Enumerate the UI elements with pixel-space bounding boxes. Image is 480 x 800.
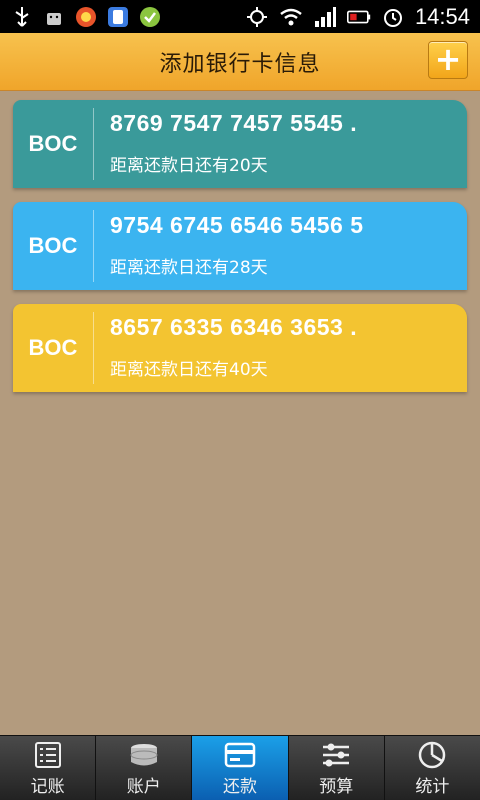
card-number: 9754 6745 6546 5456 5 [110,212,364,238]
card-number: 8657 6335 6346 3653 . [110,314,358,340]
repayment-countdown: 距离还款日还有20天 [110,156,268,176]
clock-time: 14:54 [414,3,470,29]
sync-icon [106,5,130,29]
repayment-countdown: 距离还款日还有40天 [110,360,268,380]
tab-label: 统计 [415,776,450,797]
tab-budget[interactable]: 预算 [289,736,385,800]
bank-card[interactable]: BOC 8769 7547 7457 5545 . 距离还款日还有20天 [13,100,467,188]
app-notification-icon [74,5,98,29]
tab-label: 预算 [319,776,354,797]
bank-card[interactable]: BOC 9754 6745 6546 5456 5 距离还款日还有28天 [13,202,467,290]
check-icon [138,5,162,29]
tab-statistics[interactable]: 统计 [385,736,480,800]
bank-code: BOC [28,233,78,258]
bottom-tab-bar: 记账 账户 还款 预算 统计 [0,735,480,800]
card-info: 8769 7547 7457 5545 . 距离还款日还有20天 [94,100,467,188]
card-info: 9754 6745 6546 5456 5 距离还款日还有28天 [94,202,467,290]
wifi-icon [279,5,303,29]
card-info: 8657 6335 6346 3653 . 距离还款日还有40天 [94,304,467,392]
alarm-icon [381,5,405,29]
plus-icon: + [434,39,462,78]
card-list: BOC 8769 7547 7457 5545 . 距离还款日还有20天 BOC… [13,100,467,406]
title-bar: 添加银行卡信息 + [0,33,480,91]
ledger-icon [33,740,63,770]
signal-icon [313,5,337,29]
tab-accounts[interactable]: 账户 [96,736,193,800]
gps-icon [245,5,269,29]
add-card-button[interactable]: + [428,41,468,79]
tab-repayment[interactable]: 还款 [192,736,289,800]
status-bar: 14:54 [0,0,480,33]
tab-label: 还款 [223,776,257,797]
bank-code: BOC [28,335,78,360]
card-icon [224,740,256,770]
tab-label: 账户 [126,776,161,797]
pie-chart-icon [417,740,447,770]
usb-icon [10,5,34,29]
coins-icon [128,740,160,770]
bank-code: BOC [28,131,78,156]
tab-label: 记账 [30,776,65,797]
repayment-countdown: 距离还款日还有28天 [110,258,268,278]
card-number: 8769 7547 7457 5545 . [110,110,358,136]
sliders-icon [320,740,352,770]
battery-icon [346,5,371,29]
page-title: 添加银行卡信息 [159,51,321,77]
bank-card[interactable]: BOC 8657 6335 6346 3653 . 距离还款日还有40天 [13,304,467,392]
tab-bookkeeping[interactable]: 记账 [0,736,97,800]
android-debug-icon [42,5,66,29]
